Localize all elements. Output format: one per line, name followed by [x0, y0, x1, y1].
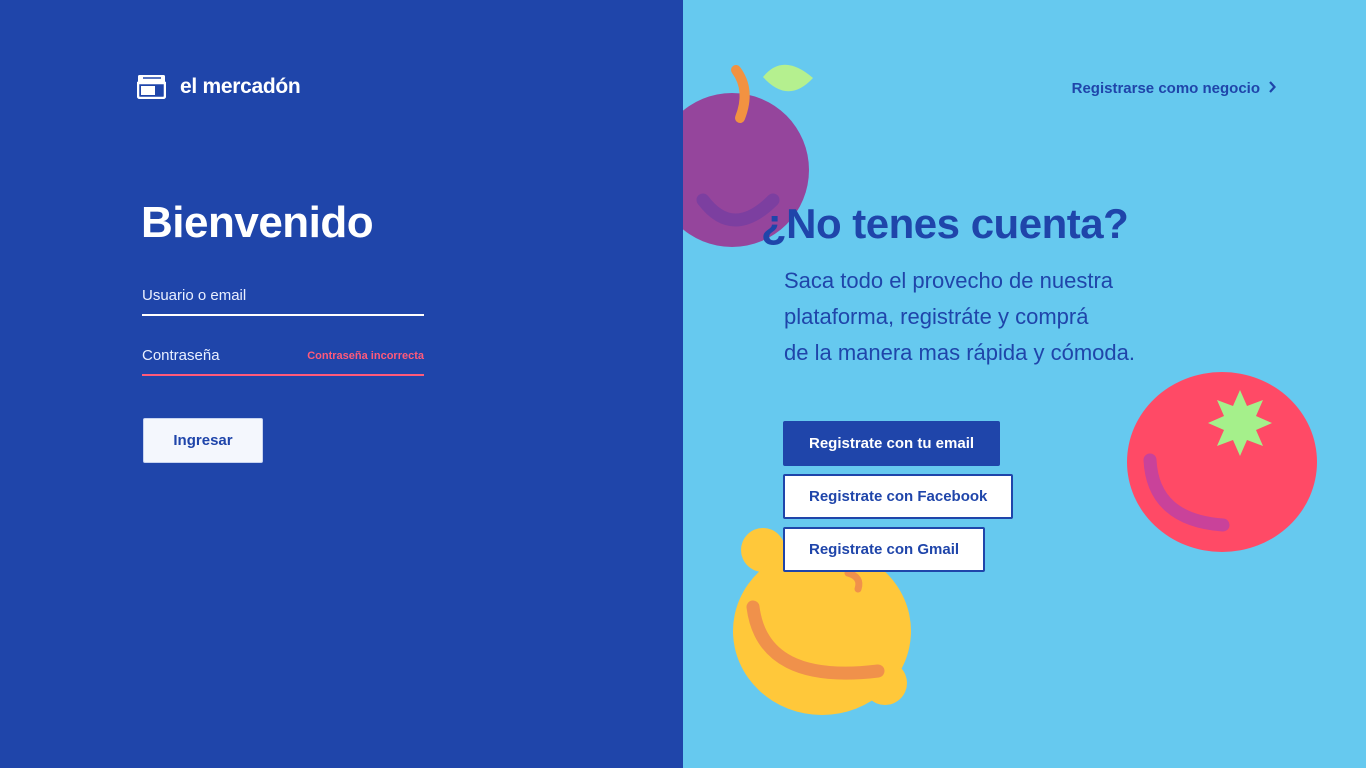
signup-description-line: plataforma, registráte y comprá	[784, 304, 1089, 329]
signup-facebook-button[interactable]: Registrate con Facebook	[783, 474, 1014, 519]
signup-gmail-button[interactable]: Registrate con Gmail	[783, 527, 986, 572]
login-panel: el mercadón Bienvenido Contraseña incorr…	[0, 0, 683, 768]
brand-name: el mercadón	[180, 74, 301, 98]
chevron-right-icon	[1268, 80, 1276, 97]
signup-panel: Registrarse como negocio ¿No tenes cuent…	[683, 0, 1366, 768]
username-input[interactable]	[142, 278, 424, 312]
login-button[interactable]: Ingresar	[143, 418, 263, 463]
signup-description: Saca todo el provecho de nuestra platafo…	[784, 263, 1135, 371]
signup-title: ¿No tenes cuenta?	[761, 200, 1129, 247]
brand-logo[interactable]: el mercadón	[137, 74, 301, 99]
signup-description-line: Saca todo el provecho de nuestra	[784, 268, 1114, 293]
username-field	[142, 278, 424, 316]
signup-email-button[interactable]: Registrate con tu email	[783, 421, 1001, 466]
password-error-message: Contraseña incorrecta	[307, 350, 424, 362]
password-field: Contraseña incorrecta	[142, 338, 424, 376]
signup-description-line: de la manera mas rápida y cómoda.	[784, 340, 1135, 365]
storefront-icon	[137, 75, 166, 99]
page-title: Bienvenido	[141, 198, 374, 247]
business-signup-link[interactable]: Registrarse como negocio	[1072, 80, 1276, 97]
tomato-illustration	[1127, 372, 1317, 552]
business-signup-label: Registrarse como negocio	[1071, 80, 1260, 97]
